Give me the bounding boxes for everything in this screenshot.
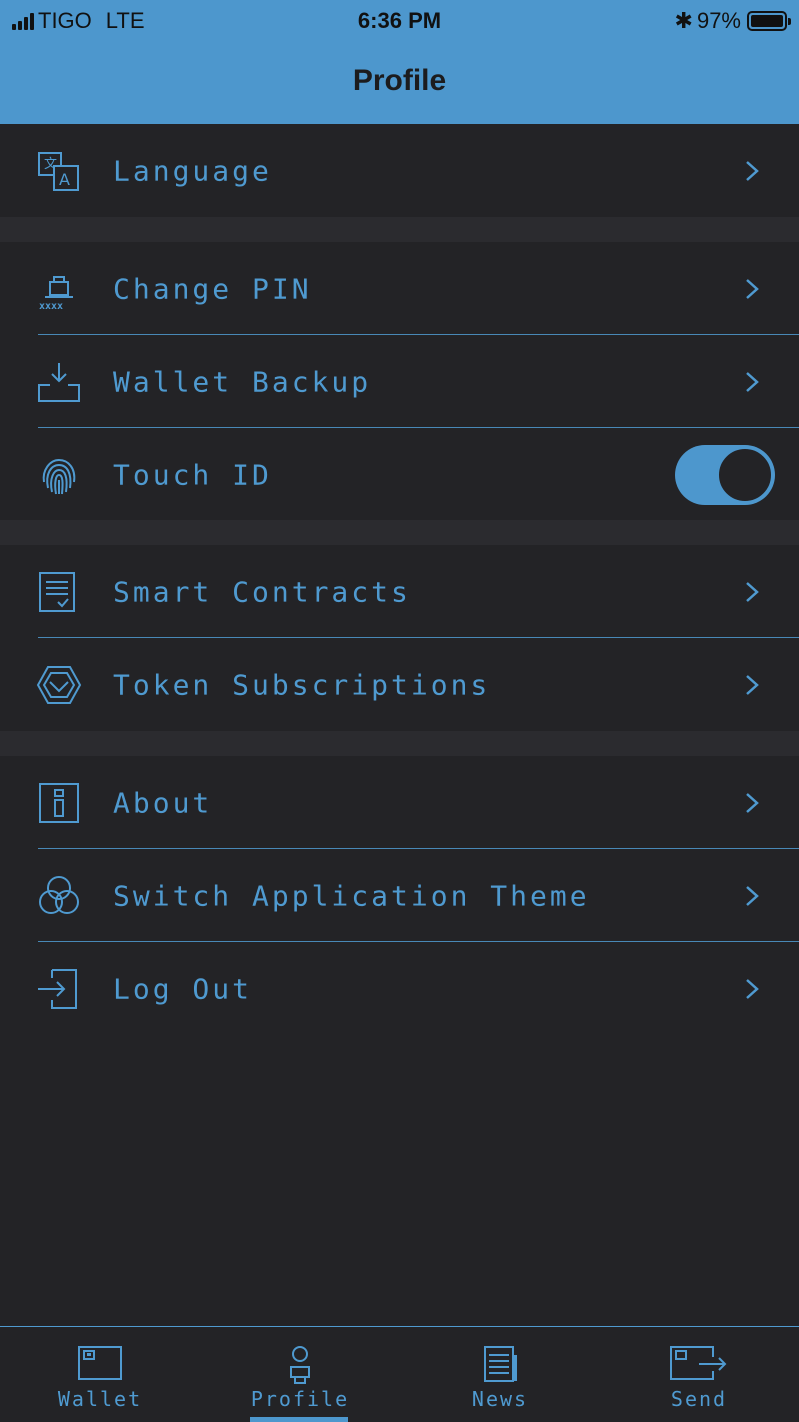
token-subscriptions-label: Token Subscriptions <box>113 668 491 701</box>
section-security: xxxx Change PIN Wallet Backup Touch ID <box>0 242 799 520</box>
section-gap <box>0 520 799 545</box>
bluetooth-icon: ✱ <box>674 8 693 33</box>
tab-profile[interactable]: Profile <box>200 1327 400 1422</box>
battery-icon <box>747 11 791 31</box>
language-label: Language <box>113 154 272 187</box>
chevron-right-icon <box>746 978 759 999</box>
section-gap <box>0 217 799 242</box>
about-label: About <box>113 786 213 819</box>
status-right: ✱ 97% <box>674 8 791 34</box>
chevron-right-icon <box>746 581 759 602</box>
svg-text:A: A <box>59 170 70 189</box>
news-icon <box>484 1346 517 1382</box>
change-pin-label: Change PIN <box>113 272 312 305</box>
section-app: About Switch Application Theme Log Out <box>0 756 799 1035</box>
wallet-backup-label: Wallet Backup <box>113 365 372 398</box>
chevron-right-icon <box>746 371 759 392</box>
smart-contracts-label: Smart Contracts <box>113 575 411 608</box>
active-tab-indicator <box>250 1417 348 1422</box>
chevron-right-icon <box>746 278 759 299</box>
tab-profile-label: Profile <box>250 1387 350 1411</box>
tab-send-label: Send <box>670 1387 728 1411</box>
status-bar: TIGO LTE 6:36 PM ✱ 97% <box>0 0 799 42</box>
tab-bar: Wallet Profile News Send <box>0 1326 799 1422</box>
hexagon-check-icon <box>36 665 82 704</box>
tab-wallet[interactable]: Wallet <box>0 1327 200 1422</box>
chevron-right-icon <box>746 160 759 181</box>
tab-news[interactable]: News <box>400 1327 600 1422</box>
svg-text:xxxx: xxxx <box>39 301 63 312</box>
log-out-label: Log Out <box>113 972 253 1005</box>
pin-lock-icon: xxxx <box>39 275 73 312</box>
page-title: Profile <box>352 64 447 97</box>
change-pin-row[interactable]: xxxx Change PIN <box>0 242 799 335</box>
fingerprint-icon <box>42 458 76 494</box>
app-header: TIGO LTE 6:36 PM ✱ 97% Profile <box>0 0 799 124</box>
toggle-knob <box>717 446 773 503</box>
document-check-icon <box>39 571 75 612</box>
switch-theme-label: Switch Application Theme <box>113 879 590 912</box>
tab-news-label: News <box>471 1387 529 1411</box>
section-gap <box>0 731 799 756</box>
token-subscriptions-row[interactable]: Token Subscriptions <box>0 638 799 731</box>
touch-id-toggle[interactable] <box>675 444 775 505</box>
chevron-right-icon <box>746 792 759 813</box>
touch-id-row: Touch ID <box>0 428 799 521</box>
switch-theme-row[interactable]: Switch Application Theme <box>0 849 799 942</box>
wallet-icon <box>78 1346 122 1380</box>
chevron-right-icon <box>746 674 759 695</box>
language-row[interactable]: 文 A Language <box>0 124 799 217</box>
color-circles-icon <box>39 875 79 914</box>
smart-contracts-row[interactable]: Smart Contracts <box>0 545 799 638</box>
logout-icon <box>38 968 77 1009</box>
touch-id-label: Touch ID <box>113 458 272 491</box>
translate-icon: 文 A <box>38 151 79 191</box>
battery-percent: 97% <box>696 8 741 33</box>
download-tray-icon <box>38 362 80 402</box>
about-row[interactable]: About <box>0 756 799 849</box>
send-icon <box>670 1346 727 1380</box>
profile-icon <box>290 1346 310 1384</box>
wallet-backup-row[interactable]: Wallet Backup <box>0 335 799 428</box>
chevron-right-icon <box>746 885 759 906</box>
section-general: 文 A Language <box>0 124 799 217</box>
section-tokens: Smart Contracts Token Subscriptions <box>0 545 799 731</box>
log-out-row[interactable]: Log Out <box>0 942 799 1035</box>
tab-send[interactable]: Send <box>599 1327 799 1422</box>
tab-wallet-label: Wallet <box>57 1387 143 1411</box>
info-icon <box>39 782 79 823</box>
